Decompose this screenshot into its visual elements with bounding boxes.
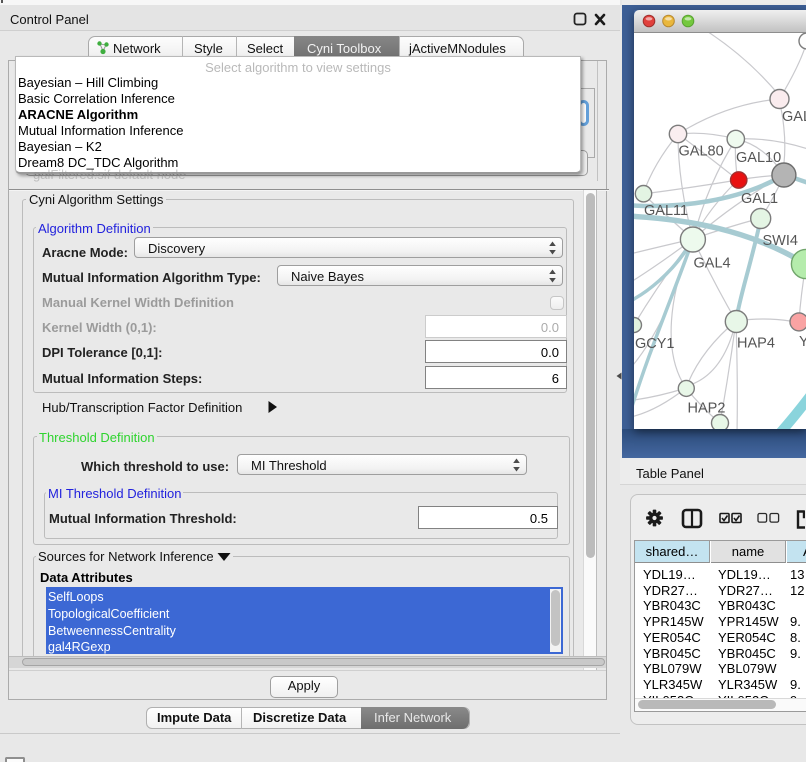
- svg-text:SWI4: SWI4: [763, 233, 798, 249]
- svg-text:GAL1: GAL1: [741, 191, 778, 207]
- svg-text:GAL11: GAL11: [644, 203, 688, 219]
- svg-text:GCY1: GCY1: [635, 336, 675, 352]
- svg-text:Y: Y: [799, 334, 806, 350]
- svg-text:GAL10: GAL10: [736, 150, 781, 166]
- svg-text:GAL7: GAL7: [782, 109, 806, 125]
- svg-text:HAP4: HAP4: [737, 336, 775, 352]
- svg-text:HAP2: HAP2: [688, 401, 726, 417]
- svg-text:GAL4: GAL4: [694, 256, 731, 272]
- svg-text:GAL80: GAL80: [679, 144, 724, 160]
